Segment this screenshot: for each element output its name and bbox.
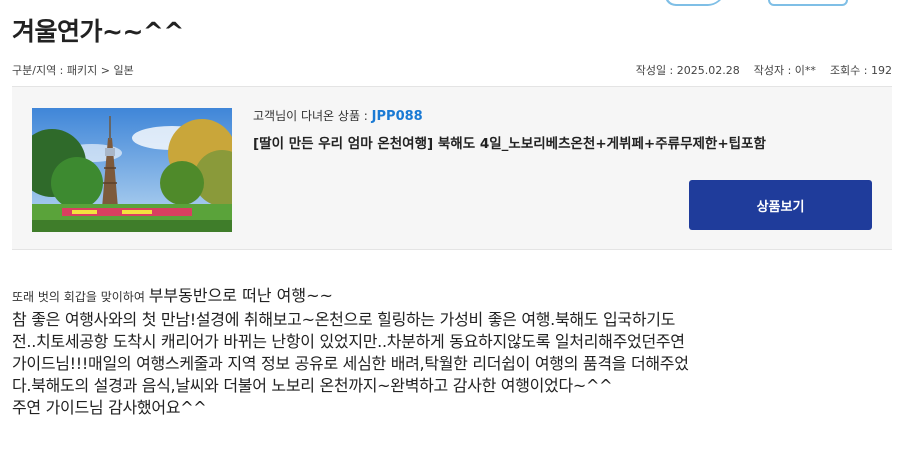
header-partial-button[interactable] <box>768 0 848 6</box>
post-meta: 구분/지역 : 패키지 > 일본 작성일 : 2025.02.28 작성자 : … <box>12 62 892 78</box>
product-title[interactable]: [딸이 만든 우리 엄마 온천여행] 북해도 4일_노보리베츠온천+게뷔페+주류… <box>253 132 766 152</box>
top-decoration <box>0 0 904 10</box>
product-code-line: 고객님이 다녀온 상품 : JPP088 <box>253 107 423 124</box>
review-body: 참 좋은 여행사와의 첫 만남!설경에 취해보고~온천으로 힐링하는 가성비 좋… <box>12 310 689 417</box>
review-intro-big: 부부동반으로 떠난 여행~~ <box>148 286 333 305</box>
post-title: 겨울연가~~^^ <box>12 17 184 46</box>
post-author: 작성자 : 이** <box>753 64 816 77</box>
tower-park-photo-icon <box>32 108 232 232</box>
product-code-label: 고객님이 다녀온 상품 : <box>253 109 372 123</box>
review-content: 또래 벗의 회갑을 맞이하여 부부동반으로 떠난 여행~~ 참 좋은 여행사와의… <box>12 284 894 419</box>
post-views: 조회수 : 192 <box>829 64 892 77</box>
header-decoration-shape <box>661 0 727 6</box>
post-info: 작성일 : 2025.02.28 작성자 : 이** 조회수 : 192 <box>636 62 892 78</box>
post-category: 구분/지역 : 패키지 > 일본 <box>12 64 134 77</box>
review-intro: 또래 벗의 회갑을 맞이하여 부부동반으로 떠난 여행~~ <box>12 284 894 309</box>
post-date: 작성일 : 2025.02.28 <box>635 64 740 77</box>
product-thumbnail[interactable] <box>32 108 232 232</box>
product-code: JPP088 <box>371 109 423 124</box>
view-product-button[interactable]: 상품보기 <box>689 180 872 230</box>
review-intro-small: 또래 벗의 회갑을 맞이하여 <box>12 290 149 304</box>
product-card: 고객님이 다녀온 상품 : JPP088 [딸이 만든 우리 엄마 온천여행] … <box>12 86 892 250</box>
